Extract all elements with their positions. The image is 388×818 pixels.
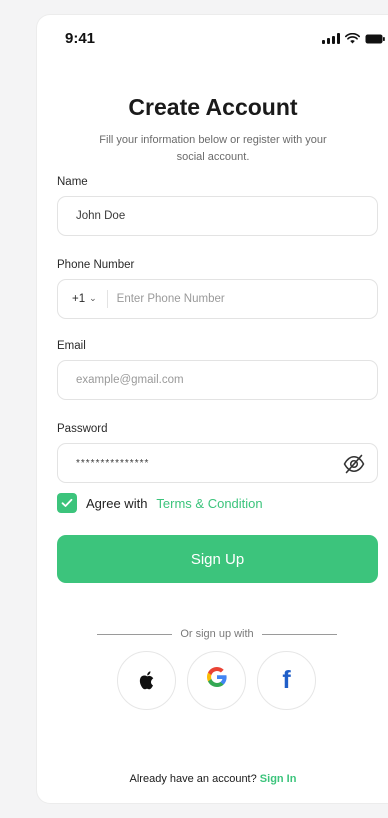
social-divider: Or sign up with xyxy=(97,628,337,640)
phone-screen: 9:41 Create Account Fill your informatio xyxy=(36,14,388,804)
signal-icon xyxy=(322,33,340,44)
agree-text: Agree with xyxy=(86,495,148,511)
phone-field[interactable]: +1 ⌄ xyxy=(57,279,378,319)
password-field[interactable] xyxy=(57,443,378,483)
email-label: Email xyxy=(57,340,86,352)
status-time: 9:41 xyxy=(65,30,96,47)
battery-icon xyxy=(365,34,385,44)
country-code-value: +1 xyxy=(72,293,86,305)
page-title: Create Account xyxy=(128,94,298,120)
facebook-sign-in-button[interactable]: f xyxy=(257,651,316,710)
apple-sign-in-button[interactable] xyxy=(117,651,176,710)
terms-link[interactable]: Terms & Condition xyxy=(156,496,262,511)
divider-text: Or sign up with xyxy=(180,628,254,640)
country-code-select[interactable]: +1 ⌄ xyxy=(58,290,108,308)
chevron-down-icon: ⌄ xyxy=(89,292,97,303)
sign-in-link[interactable]: Sign In xyxy=(260,773,297,785)
check-icon xyxy=(61,498,73,507)
password-input[interactable] xyxy=(58,444,377,482)
google-sign-in-button[interactable] xyxy=(187,651,246,710)
status-bar: 9:41 xyxy=(37,15,388,63)
page-subtitle: Fill your information below or register … xyxy=(99,134,327,163)
status-icons xyxy=(322,33,385,44)
name-field[interactable] xyxy=(57,196,378,236)
social-buttons: f xyxy=(117,651,316,710)
name-input[interactable] xyxy=(58,197,377,235)
sign-in-prompt: Already have an account? Sign In xyxy=(37,773,388,785)
divider-line-left xyxy=(97,633,173,635)
agree-row: Agree with Terms & Condition xyxy=(57,493,263,513)
phone-input[interactable] xyxy=(107,280,377,318)
sign-up-button[interactable]: Sign Up xyxy=(57,535,378,583)
divider-line-right xyxy=(261,633,337,635)
google-icon xyxy=(205,665,229,696)
phone-label: Phone Number xyxy=(57,259,135,271)
agree-checkbox[interactable] xyxy=(57,493,77,513)
sign-in-prompt-text: Already have an account? xyxy=(129,773,257,785)
eye-off-icon[interactable] xyxy=(343,454,365,479)
password-label: Password xyxy=(57,423,108,435)
email-field[interactable] xyxy=(57,360,378,400)
name-label: Name xyxy=(57,176,88,188)
facebook-icon: f xyxy=(282,666,291,694)
apple-icon xyxy=(139,670,153,689)
email-input[interactable] xyxy=(58,361,377,399)
wifi-icon xyxy=(345,33,360,44)
